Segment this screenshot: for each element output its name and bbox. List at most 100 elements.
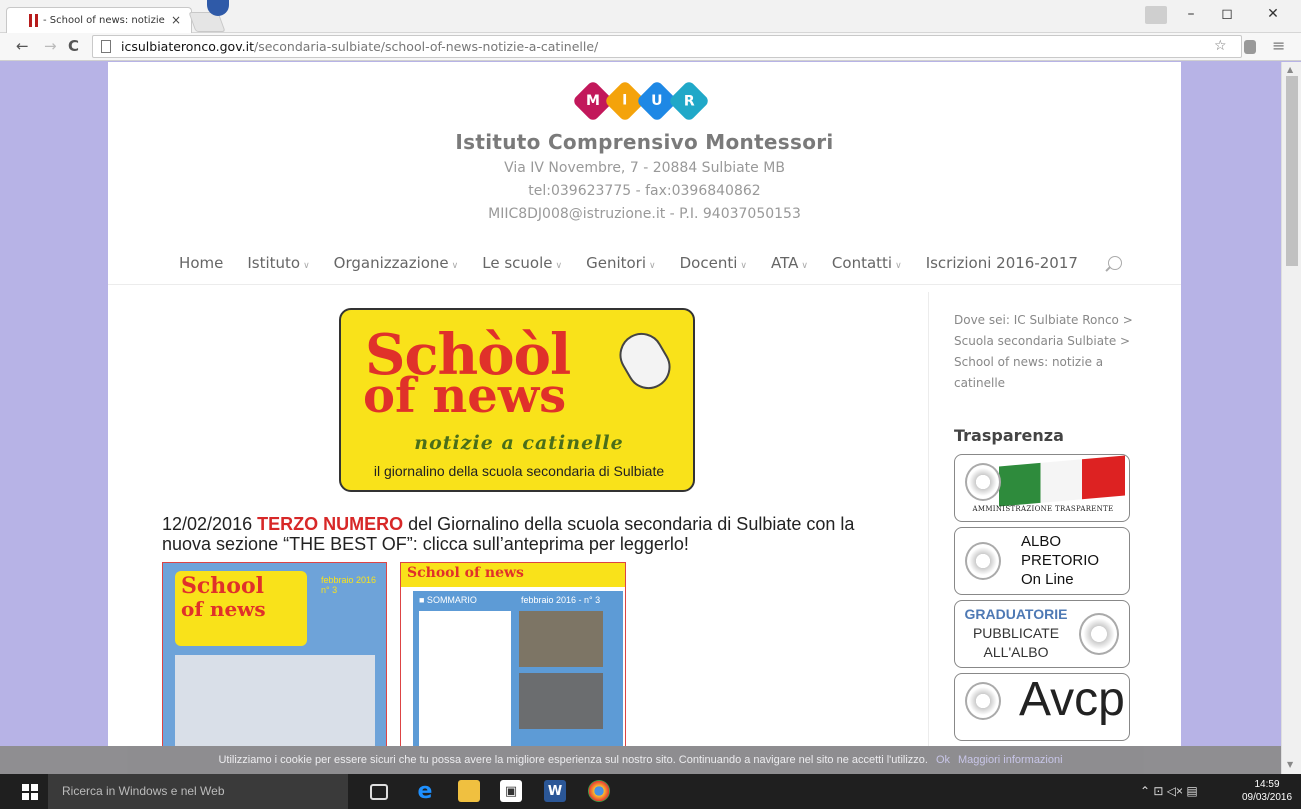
cover-news: of news [181,597,266,621]
menu-item-ata[interactable]: ATA ∨ [759,254,820,272]
address-bar[interactable]: icsulbiateronco.gov.it/secondaria-sulbia… [92,35,1242,58]
page-icon [101,40,111,53]
banner-news: of news [363,368,567,424]
cookie-bar: Utilizziamo i cookie per essere sicuri c… [0,746,1281,774]
chrome-icon[interactable] [588,780,610,802]
article-highlight: TERZO NUMERO [257,514,404,534]
sidebar-title: Trasparenza [954,426,1064,445]
bookmark-star-icon[interactable]: ☆ [1214,38,1227,54]
cookie-ok-button[interactable]: Ok [936,754,950,766]
scroll-down-icon[interactable]: ▼ [1287,760,1293,769]
graduatorie-link[interactable]: GRADUATORIE PUBBLICATE ALL'ALBO [954,600,1130,668]
page-scrollbar[interactable]: ▲ ▼ [1281,62,1301,774]
tab-title: - School of news: notizie [43,15,165,26]
banner-subtitle: notizie a catinelle [414,432,624,454]
menu-item-docenti[interactable]: Docenti ∨ [668,254,759,272]
breadcrumb[interactable]: Dove sei: IC Sulbiate Ronco > Scuola sec… [954,310,1134,394]
menu-label: Contatti [831,254,893,272]
amministrazione-trasparente-link[interactable]: AMMINISTRAZIONE TRASPARENTE [954,454,1130,522]
minimize-button[interactable]: – [1176,6,1206,22]
windows-start-icon[interactable] [22,784,38,800]
menu-item-home[interactable]: Home [167,254,235,272]
tab-close-icon[interactable]: × [171,13,181,27]
clock-date: 09/03/2016 [1241,792,1293,803]
logo-tile: R [667,79,711,123]
chrome-menu-icon[interactable]: ≡ [1272,36,1285,55]
browser-tab[interactable]: - School of news: notizie × [6,7,192,33]
file-explorer-icon[interactable] [458,780,480,802]
grad-line: PUBBLICATE [972,625,1060,641]
word-icon[interactable]: W [544,780,566,802]
cover-date: febbraio 2016 n° 3 [321,575,377,595]
browser-toolbar: ← → C icsulbiateronco.gov.it/secondaria-… [0,33,1301,61]
logo-letter: M [586,93,600,109]
summary-label: ■ SOMMARIO [419,595,477,605]
drop-marker-icon [207,0,229,16]
albo-line: ALBO [1021,533,1062,550]
main-menu: Home Istituto ∨ Organizzazione ∨ Le scuole… [108,250,1181,276]
albo-line: On Line [1021,571,1074,588]
site-email: MIIC8DJ008@istruzione.it - P.I. 94037050… [488,206,801,222]
article-date: 12/02/2016 [162,514,253,534]
menu-divider [108,284,1181,285]
back-button[interactable]: ← [16,37,29,55]
restore-button[interactable]: ◻ [1212,6,1242,22]
menu-label: Genitori [586,254,647,272]
site-favicon-icon [29,14,38,27]
extension-icon[interactable] [1244,40,1256,54]
avcp-link[interactable]: Avcp [954,673,1130,741]
edge-icon[interactable]: e [414,779,436,804]
albo-line: PRETORIO [1021,552,1100,569]
site-name[interactable]: Istituto Comprensivo Montessori [108,130,1181,154]
menu-item-istituto[interactable]: Istituto ∨ [235,254,321,272]
grad-line: ALL'ALBO [983,644,1049,660]
menu-item-le-scuole[interactable]: Le scuole ∨ [470,254,574,272]
summary-logo: School of news [407,565,524,581]
cookie-text: Utilizziamo i cookie per essere sicuri c… [218,754,928,766]
profile-icon[interactable] [1145,6,1167,24]
menu-label: Istituto [247,254,301,272]
computer-mouse-icon [611,324,679,398]
menu-label: Home [179,254,224,272]
search-icon[interactable] [1107,256,1122,270]
miur-logo[interactable]: M I U R [571,79,711,123]
menu-label: ATA [770,254,799,272]
task-view-icon[interactable] [370,784,388,800]
reload-button[interactable]: C [68,37,79,55]
grad-line: GRADUATORIE [964,606,1068,622]
store-icon[interactable]: ▣ [500,780,522,802]
menu-item-organizzazione[interactable]: Organizzazione ∨ [322,254,471,272]
avcp-logo: Avcp [1019,673,1125,726]
cookie-more-link[interactable]: Maggiori informazioni [958,754,1063,766]
scroll-up-icon[interactable]: ▲ [1287,65,1293,74]
taskbar-search-box[interactable]: Ricerca in Windows e nel Web [48,774,348,809]
url-path: /secondaria-sulbiate/school-of-news-noti… [253,39,599,54]
graduatorie-text: GRADUATORIE PUBBLICATE ALL'ALBO [961,605,1071,662]
chevron-down-icon: ∨ [303,261,310,271]
menu-label: Le scuole [482,254,553,272]
menu-label: Iscrizioni 2016-2017 [925,254,1078,272]
taskbar-clock[interactable]: 14:59 09/03/2016 [1238,778,1296,804]
url-host: icsulbiateronco.gov.it [121,39,254,54]
cover-photo [175,655,375,746]
menu-label: Organizzazione [333,254,449,272]
site-container: M I U R Istituto Comprensivo Montessori … [108,62,1181,746]
summary-photo [519,673,603,729]
scroll-thumb[interactable] [1286,76,1298,266]
chevron-down-icon: ∨ [801,261,808,271]
menu-item-contatti[interactable]: Contatti ∨ [820,254,914,272]
menu-item-iscrizioni[interactable]: Iscrizioni 2016-2017 [914,254,1090,272]
close-window-button[interactable]: ✕ [1258,6,1288,22]
forward-button[interactable]: → [44,37,57,55]
school-of-news-banner[interactable]: Schòòl of news notizie a catinelle il gi… [339,308,695,492]
summary-header: School of news [401,563,625,587]
summary-list [419,611,511,746]
albo-text: ALBO PRETORIO On Line [1021,532,1125,589]
system-tray-icons[interactable]: ⌃ ⊡ ◁× ▤ [1140,784,1198,798]
menu-item-genitori[interactable]: Genitori ∨ [574,254,668,272]
cover-preview[interactable]: School of news febbraio 2016 n° 3 [162,562,387,746]
summary-preview[interactable]: School of news ■ SOMMARIO febbraio 2016 … [400,562,626,746]
logo-letter: I [622,93,628,109]
albo-pretorio-link[interactable]: ALBO PRETORIO On Line [954,527,1130,595]
clock-time: 14:59 [1254,779,1280,790]
